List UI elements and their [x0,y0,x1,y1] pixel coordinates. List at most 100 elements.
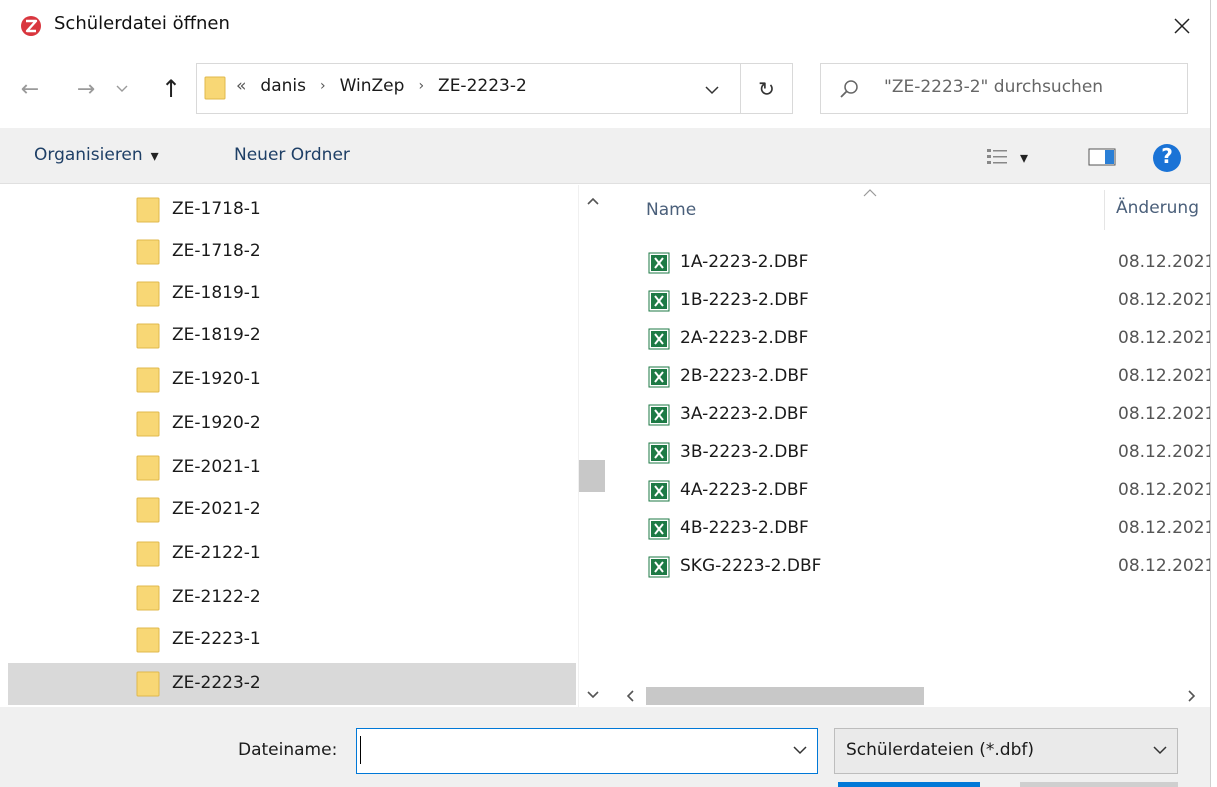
chevron-left-icon [626,690,634,702]
tree-item[interactable]: ZE-2021-2 [8,489,576,531]
tree-item[interactable]: ZE-1718-2 [8,231,576,273]
file-date: 08.12.2021 [1118,366,1216,386]
back-button[interactable]: ← [16,71,44,107]
preview-pane-button[interactable] [1088,144,1118,170]
close-icon [1174,18,1190,34]
recent-locations-button[interactable] [112,71,132,107]
tree-item[interactable]: ZE-1718-1 [8,189,576,231]
breadcrumb-item-current[interactable]: ZE-2223-2 [438,76,527,96]
caret-down-icon: ▾ [150,145,159,165]
refresh-icon: ↻ [758,76,775,101]
chevron-down-icon [116,85,128,92]
file-row[interactable]: 2A-2223-2.DBF 08.12.2021 [640,324,1217,358]
chevron-right-icon [1188,690,1196,702]
folder-icon [136,627,160,653]
help-button[interactable]: ? [1151,142,1183,174]
folder-icon [136,455,160,481]
breadcrumb-separator[interactable]: › [320,78,326,94]
tree-item-selected[interactable]: ZE-2223-2 [8,663,576,705]
excel-file-icon [648,404,670,426]
file-row[interactable]: 3A-2223-2.DBF 08.12.2021 [640,400,1217,434]
chevron-down-icon [587,691,599,699]
folder-icon [136,497,160,523]
arrow-right-icon: → [76,76,96,102]
organize-button[interactable]: Organisieren ▾ [34,145,159,165]
file-date: 08.12.2021 [1118,442,1216,462]
scroll-up-button[interactable] [578,190,608,212]
tree-item-label: ZE-2021-1 [172,457,261,477]
file-name: 3A-2223-2.DBF [680,404,809,424]
tree-item[interactable]: ZE-2223-1 [8,619,576,661]
tree-item-label: ZE-2021-2 [172,499,261,519]
filename-history-button[interactable] [790,740,810,760]
breadcrumb-item-danis[interactable]: danis [260,76,306,96]
new-folder-button[interactable]: Neuer Ordner [234,145,350,165]
scroll-down-button[interactable] [578,684,608,706]
preview-pane-icon [1088,148,1116,166]
tree-item[interactable]: ZE-1819-1 [8,273,576,315]
hscroll-thumb[interactable] [646,687,924,705]
filename-input[interactable] [356,728,818,774]
file-name: 2A-2223-2.DBF [680,328,809,348]
file-row[interactable]: 4A-2223-2.DBF 08.12.2021 [640,476,1217,510]
details-view-icon [987,149,1007,164]
open-button[interactable] [838,782,980,787]
file-type-value: Schülerdateien (*.dbf) [846,740,1034,760]
file-row[interactable]: 4B-2223-2.DBF 08.12.2021 [640,514,1217,548]
tree-item-label: ZE-1920-1 [172,369,261,389]
address-dropdown-button[interactable] [698,78,726,102]
tree-item[interactable]: ZE-1920-1 [8,359,576,401]
chevron-down-icon [705,85,719,94]
arrow-left-icon: ← [20,76,40,102]
tree-item-label: ZE-1819-1 [172,283,261,303]
breadcrumb-overflow[interactable]: « [236,76,246,96]
scroll-left-button[interactable] [620,686,640,706]
excel-file-icon [648,480,670,502]
view-options-button[interactable]: ▾ [986,144,1050,170]
scroll-right-button[interactable] [1182,686,1202,706]
search-placeholder: "ZE-2223-2" durchsuchen [884,77,1104,97]
file-row[interactable]: 1B-2223-2.DBF 08.12.2021 [640,286,1217,320]
up-button[interactable]: ↑ [155,71,187,107]
forward-button[interactable]: → [72,71,100,107]
search-icon [838,78,860,100]
column-divider[interactable] [1104,190,1105,230]
column-header-date[interactable]: Änderung [1116,198,1199,218]
file-type-dropdown[interactable] [1150,740,1170,760]
chevron-up-icon [587,197,599,205]
window-edge [1210,0,1217,787]
tree-item[interactable]: ZE-1819-2 [8,315,576,357]
excel-file-icon [648,442,670,464]
organize-label: Organisieren [34,145,143,165]
folder-tree[interactable]: ZE-1718-1 ZE-1718-2 ZE-1819-1 ZE-1819-2 … [0,185,578,707]
tree-item[interactable]: ZE-1920-2 [8,403,576,445]
refresh-button[interactable]: ↻ [741,63,793,114]
scroll-thumb[interactable] [579,460,605,492]
close-button[interactable] [1160,6,1204,46]
tree-scrollbar[interactable] [578,185,608,707]
file-row[interactable]: 2B-2223-2.DBF 08.12.2021 [640,362,1217,396]
file-row[interactable]: 1A-2223-2.DBF 08.12.2021 [640,248,1217,282]
file-row[interactable]: SKG-2223-2.DBF 08.12.2021 [640,552,1217,586]
chevron-down-icon [793,745,807,754]
sort-ascending-icon [862,184,878,197]
app-logo-icon [20,15,42,37]
breadcrumb-item-winzep[interactable]: WinZep [340,76,405,96]
file-date: 08.12.2021 [1118,480,1216,500]
tree-item[interactable]: ZE-2021-1 [8,447,576,489]
tree-item-label: ZE-1920-2 [172,413,261,433]
file-name: SKG-2223-2.DBF [680,556,822,576]
window-title: Schülerdatei öffnen [54,13,230,34]
column-header-name[interactable]: Name [646,200,696,220]
tree-item[interactable]: ZE-2122-2 [8,577,576,619]
excel-file-icon [648,366,670,388]
arrow-up-icon: ↑ [160,75,182,103]
cancel-button[interactable] [1020,782,1178,787]
tree-item-label: ZE-1819-2 [172,325,261,345]
file-name: 1B-2223-2.DBF [680,290,809,310]
file-date: 08.12.2021 [1118,404,1216,424]
file-row[interactable]: 3B-2223-2.DBF 08.12.2021 [640,438,1217,472]
filename-label: Dateiname: [238,740,338,760]
tree-item[interactable]: ZE-2122-1 [8,533,576,575]
breadcrumb-separator[interactable]: › [418,78,424,94]
